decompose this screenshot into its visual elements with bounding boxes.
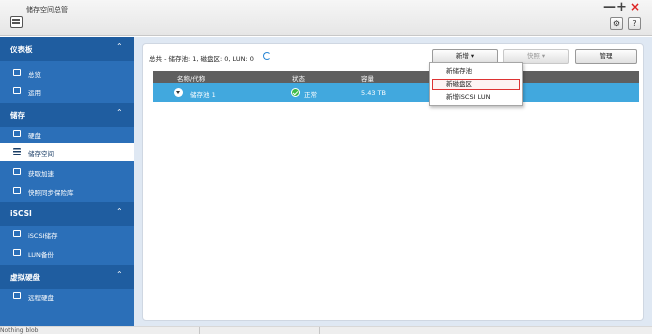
sidebar-section-label: iSCSI [10,209,32,218]
chevron-up-icon[interactable]: ⌃ [116,108,123,117]
sidebar-item-label: 储存空间 [28,150,54,158]
sidebar-item-remote-disk[interactable]: 远程硬盘 [0,287,134,305]
sidebar-item-disks[interactable]: 硬盘 [0,125,134,143]
storage-space-icon [13,148,21,155]
gear-icon[interactable]: ⚙ [610,17,623,30]
usage-icon [13,87,21,94]
help-icon[interactable]: ? [628,17,641,30]
sidebar-item-lun-backup[interactable]: LUN备份 [0,244,134,262]
sidebar-section-label: 仪表板 [10,45,33,54]
sidebar: 仪表板 ⌃ 总览 运用 储存 ⌃ 硬盘 储存空间 获取加速 快照同步保险库 iS… [0,37,134,326]
sidebar-item-label: 远程硬盘 [28,294,54,302]
storage-panel: 总共 - 储存池: 1, 磁盘区: 0, LUN: 0 新增 ▾ 快照 ▾ 管理… [142,43,644,321]
sidebar-item-snapshot-vault[interactable]: 快照同步保险库 [0,182,134,200]
menu-item-new-iscsi-lun[interactable]: 新增iSCSI LUN [432,92,520,103]
check-circle-icon [291,88,300,97]
iscsi-storage-icon [13,230,21,237]
sidebar-item-label: 快照同步保险库 [28,189,74,197]
sidebar-item-overview[interactable]: 总览 [0,64,134,82]
overview-icon [13,69,21,76]
sidebar-item-label: 获取加速 [28,170,54,178]
sidebar-item-label: 硬盘 [28,132,41,140]
cache-acceleration-icon [13,168,21,175]
refresh-icon[interactable] [263,52,271,60]
pool-capacity: 5.43 TB [361,89,386,97]
sidebar-item-cache-acceleration[interactable]: 获取加速 [0,163,134,181]
chevron-up-icon[interactable]: ⌃ [116,207,123,216]
sidebar-item-usage[interactable]: 运用 [0,82,134,100]
minimize-icon[interactable]: — [603,0,616,15]
sidebar-item-label: iSCSI储存 [28,232,58,240]
sidebar-section-virtual-disk[interactable]: 虚拟硬盘 ⌃ [0,265,134,289]
table-row[interactable]: 储存池 1 正常 5.43 TB [153,83,639,102]
sidebar-section-iscsi[interactable]: iSCSI ⌃ [0,202,134,226]
sidebar-item-storage-space[interactable]: 储存空间 [0,143,134,161]
snapshot-vault-icon [13,187,21,194]
chevron-up-icon[interactable]: ⌃ [116,42,123,51]
menu-item-new-storage-pool[interactable]: 新储存池 [432,66,520,77]
table-header: 名称/代称 状态 容量 [153,71,639,83]
sidebar-item-label: LUN备份 [28,251,54,259]
pool-status: 正常 [304,91,317,99]
menu-item-new-volume[interactable]: 新磁盘区 [432,79,520,90]
column-header-name[interactable]: 名称/代称 [177,73,205,83]
remote-disk-icon [13,292,21,299]
column-header-capacity[interactable]: 容量 [361,73,374,83]
sidebar-item-iscsi-storage[interactable]: iSCSI储存 [0,225,134,243]
app-icon [10,16,23,28]
title-bar: 储存空间总管 — + × ⚙ ? [0,0,652,36]
status-bar: Nothing blob [0,326,652,334]
sidebar-item-label: 运用 [28,89,41,97]
main-area: 总共 - 储存池: 1, 磁盘区: 0, LUN: 0 新增 ▾ 快照 ▾ 管理… [134,37,652,326]
column-header-status[interactable]: 状态 [292,73,305,83]
close-icon[interactable]: × [630,0,640,14]
disk-icon [13,130,21,137]
summary-text: 总共 - 储存池: 1, 磁盘区: 0, LUN: 0 [149,55,254,63]
status-segment [200,327,320,334]
new-dropdown-menu: 新储存池 新磁盘区 新增iSCSI LUN [429,62,523,106]
sidebar-section-label: 储存 [10,111,25,120]
maximize-icon[interactable]: + [616,0,627,15]
pool-name: 储存池 1 [190,91,216,99]
chevron-up-icon[interactable]: ⌃ [116,270,123,279]
sidebar-section-storage[interactable]: 储存 ⌃ [0,103,134,127]
status-segment [0,327,200,334]
expand-icon[interactable] [174,88,183,97]
lun-backup-icon [13,249,21,256]
window-title: 储存空间总管 [26,6,68,14]
sidebar-section-dashboard[interactable]: 仪表板 ⌃ [0,37,134,61]
sidebar-item-label: 总览 [28,71,41,79]
manage-button[interactable]: 管理 [575,49,637,64]
sidebar-section-label: 虚拟硬盘 [10,273,40,282]
